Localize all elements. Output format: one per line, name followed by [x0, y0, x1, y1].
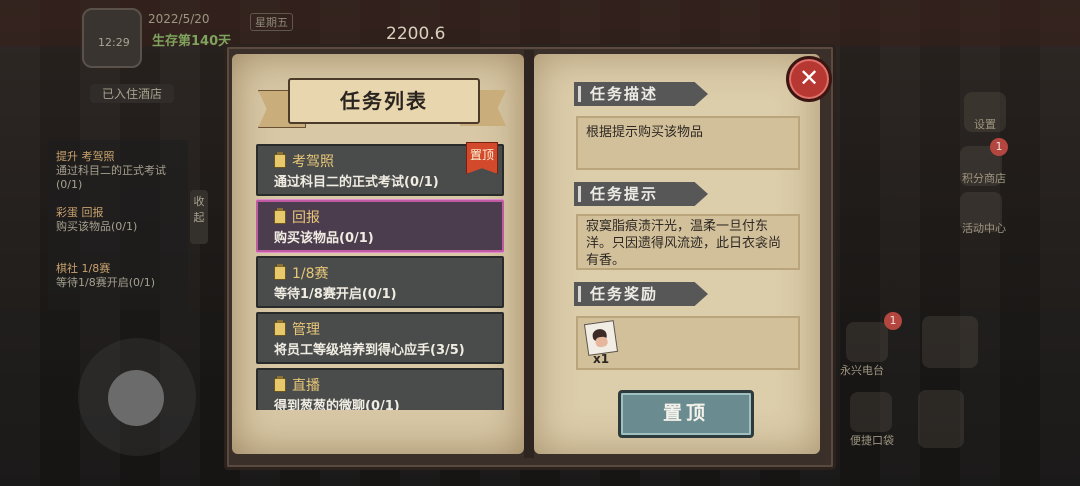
clock-display: 12:29: [98, 36, 130, 49]
crate-icon[interactable]: [922, 316, 978, 368]
task-name: 管理: [292, 322, 320, 338]
joystick-knob[interactable]: [108, 370, 164, 426]
side-quest-title: 彩蛋 回报: [56, 206, 104, 219]
task-name: 考驾照: [292, 154, 334, 170]
weekday-badge: 星期五: [250, 13, 293, 31]
phone-icon[interactable]: [918, 390, 964, 448]
description-box: 根据提示购买该物品: [576, 116, 800, 170]
task-item-livestream[interactable]: 直播 得到葱葱的微聊(0/1): [256, 368, 504, 410]
clipboard-icon: [274, 208, 286, 224]
task-desc: 通过科目二的正式考试(0/1): [274, 175, 439, 190]
side-quest-item[interactable]: 提升 考驾照 通过科目二的正式考试(0/1): [56, 150, 184, 192]
points-shop-label: 积分商店: [962, 172, 1006, 185]
dialog-title: 任务列表: [288, 78, 480, 124]
portrait-photo-icon[interactable]: [583, 320, 619, 356]
title-ribbon: 任务列表: [258, 74, 506, 132]
hint-header: 任务提示: [574, 182, 708, 206]
description-header: 任务描述: [574, 82, 708, 106]
book-spine: [524, 50, 534, 458]
task-name: 1/8赛: [292, 266, 329, 282]
pocket-icon[interactable]: [850, 392, 892, 432]
collapse-toggle[interactable]: 收起: [190, 190, 208, 244]
hotel-status: 已入住酒店: [90, 84, 175, 103]
task-item-chess-round[interactable]: 1/8赛 等待1/8赛开启(0/1): [256, 256, 504, 308]
hint-text: 寂寞脂痕渍汗光，温柔一旦付东洋。只因遗得风流迹，此日衣衾尚有香。: [586, 219, 782, 268]
pocket-label: 便捷口袋: [850, 434, 894, 447]
radio-icon[interactable]: [846, 322, 888, 362]
pin-to-top-button[interactable]: 置顶: [618, 390, 754, 438]
clipboard-icon: [274, 152, 286, 168]
description-text: 根据提示购买该物品: [586, 125, 704, 140]
task-desc: 将员工等级培养到得心应手(3/5): [274, 343, 465, 358]
side-quest-item[interactable]: 彩蛋 回报 购买该物品(0/1): [56, 206, 184, 234]
reward-header: 任务奖励: [574, 282, 708, 306]
task-item-repay[interactable]: 回报 购买该物品(0/1): [256, 200, 504, 252]
side-quest-desc: 购买该物品(0/1): [56, 220, 138, 233]
settings-label: 设置: [974, 118, 996, 131]
side-quest-title: 提升 考驾照: [56, 150, 115, 163]
task-item-management[interactable]: 管理 将员工等级培养到得心应手(3/5): [256, 312, 504, 364]
date-display: 2022/5/20: [148, 12, 210, 26]
close-icon[interactable]: ✕: [786, 56, 832, 102]
money-display: 2200.6: [386, 24, 446, 44]
task-desc: 等待1/8赛开启(0/1): [274, 287, 397, 302]
hint-box: 寂寞脂痕渍汗光，温柔一旦付东洋。只因遗得风流迹，此日衣衾尚有香。: [576, 214, 800, 270]
task-list[interactable]: 考驾照 通过科目二的正式考试(0/1) 回报 购买该物品(0/1) 1/8赛 等…: [256, 144, 504, 410]
radio-label: 永兴电台: [840, 364, 884, 377]
task-desc: 得到葱葱的微聊(0/1): [274, 399, 400, 410]
survive-days: 生存第140天: [152, 34, 232, 49]
activity-center-label: 活动中心: [962, 222, 1006, 235]
notification-badge: 1: [990, 138, 1008, 156]
side-quest-desc: 通过科目二的正式考试(0/1): [56, 164, 166, 191]
task-desc: 购买该物品(0/1): [274, 231, 374, 246]
clipboard-icon: [274, 264, 286, 280]
side-quest-item[interactable]: 棋社 1/8赛 等待1/8赛开启(0/1): [56, 262, 184, 290]
radio-badge: 1: [884, 312, 902, 330]
clipboard-icon: [274, 320, 286, 336]
task-name: 直播: [292, 378, 320, 394]
side-quest-desc: 等待1/8赛开启(0/1): [56, 276, 155, 289]
clipboard-icon: [274, 376, 286, 392]
side-quest-title: 棋社 1/8赛: [56, 262, 111, 275]
task-name: 回报: [292, 210, 320, 226]
reward-quantity: x1: [593, 352, 610, 366]
